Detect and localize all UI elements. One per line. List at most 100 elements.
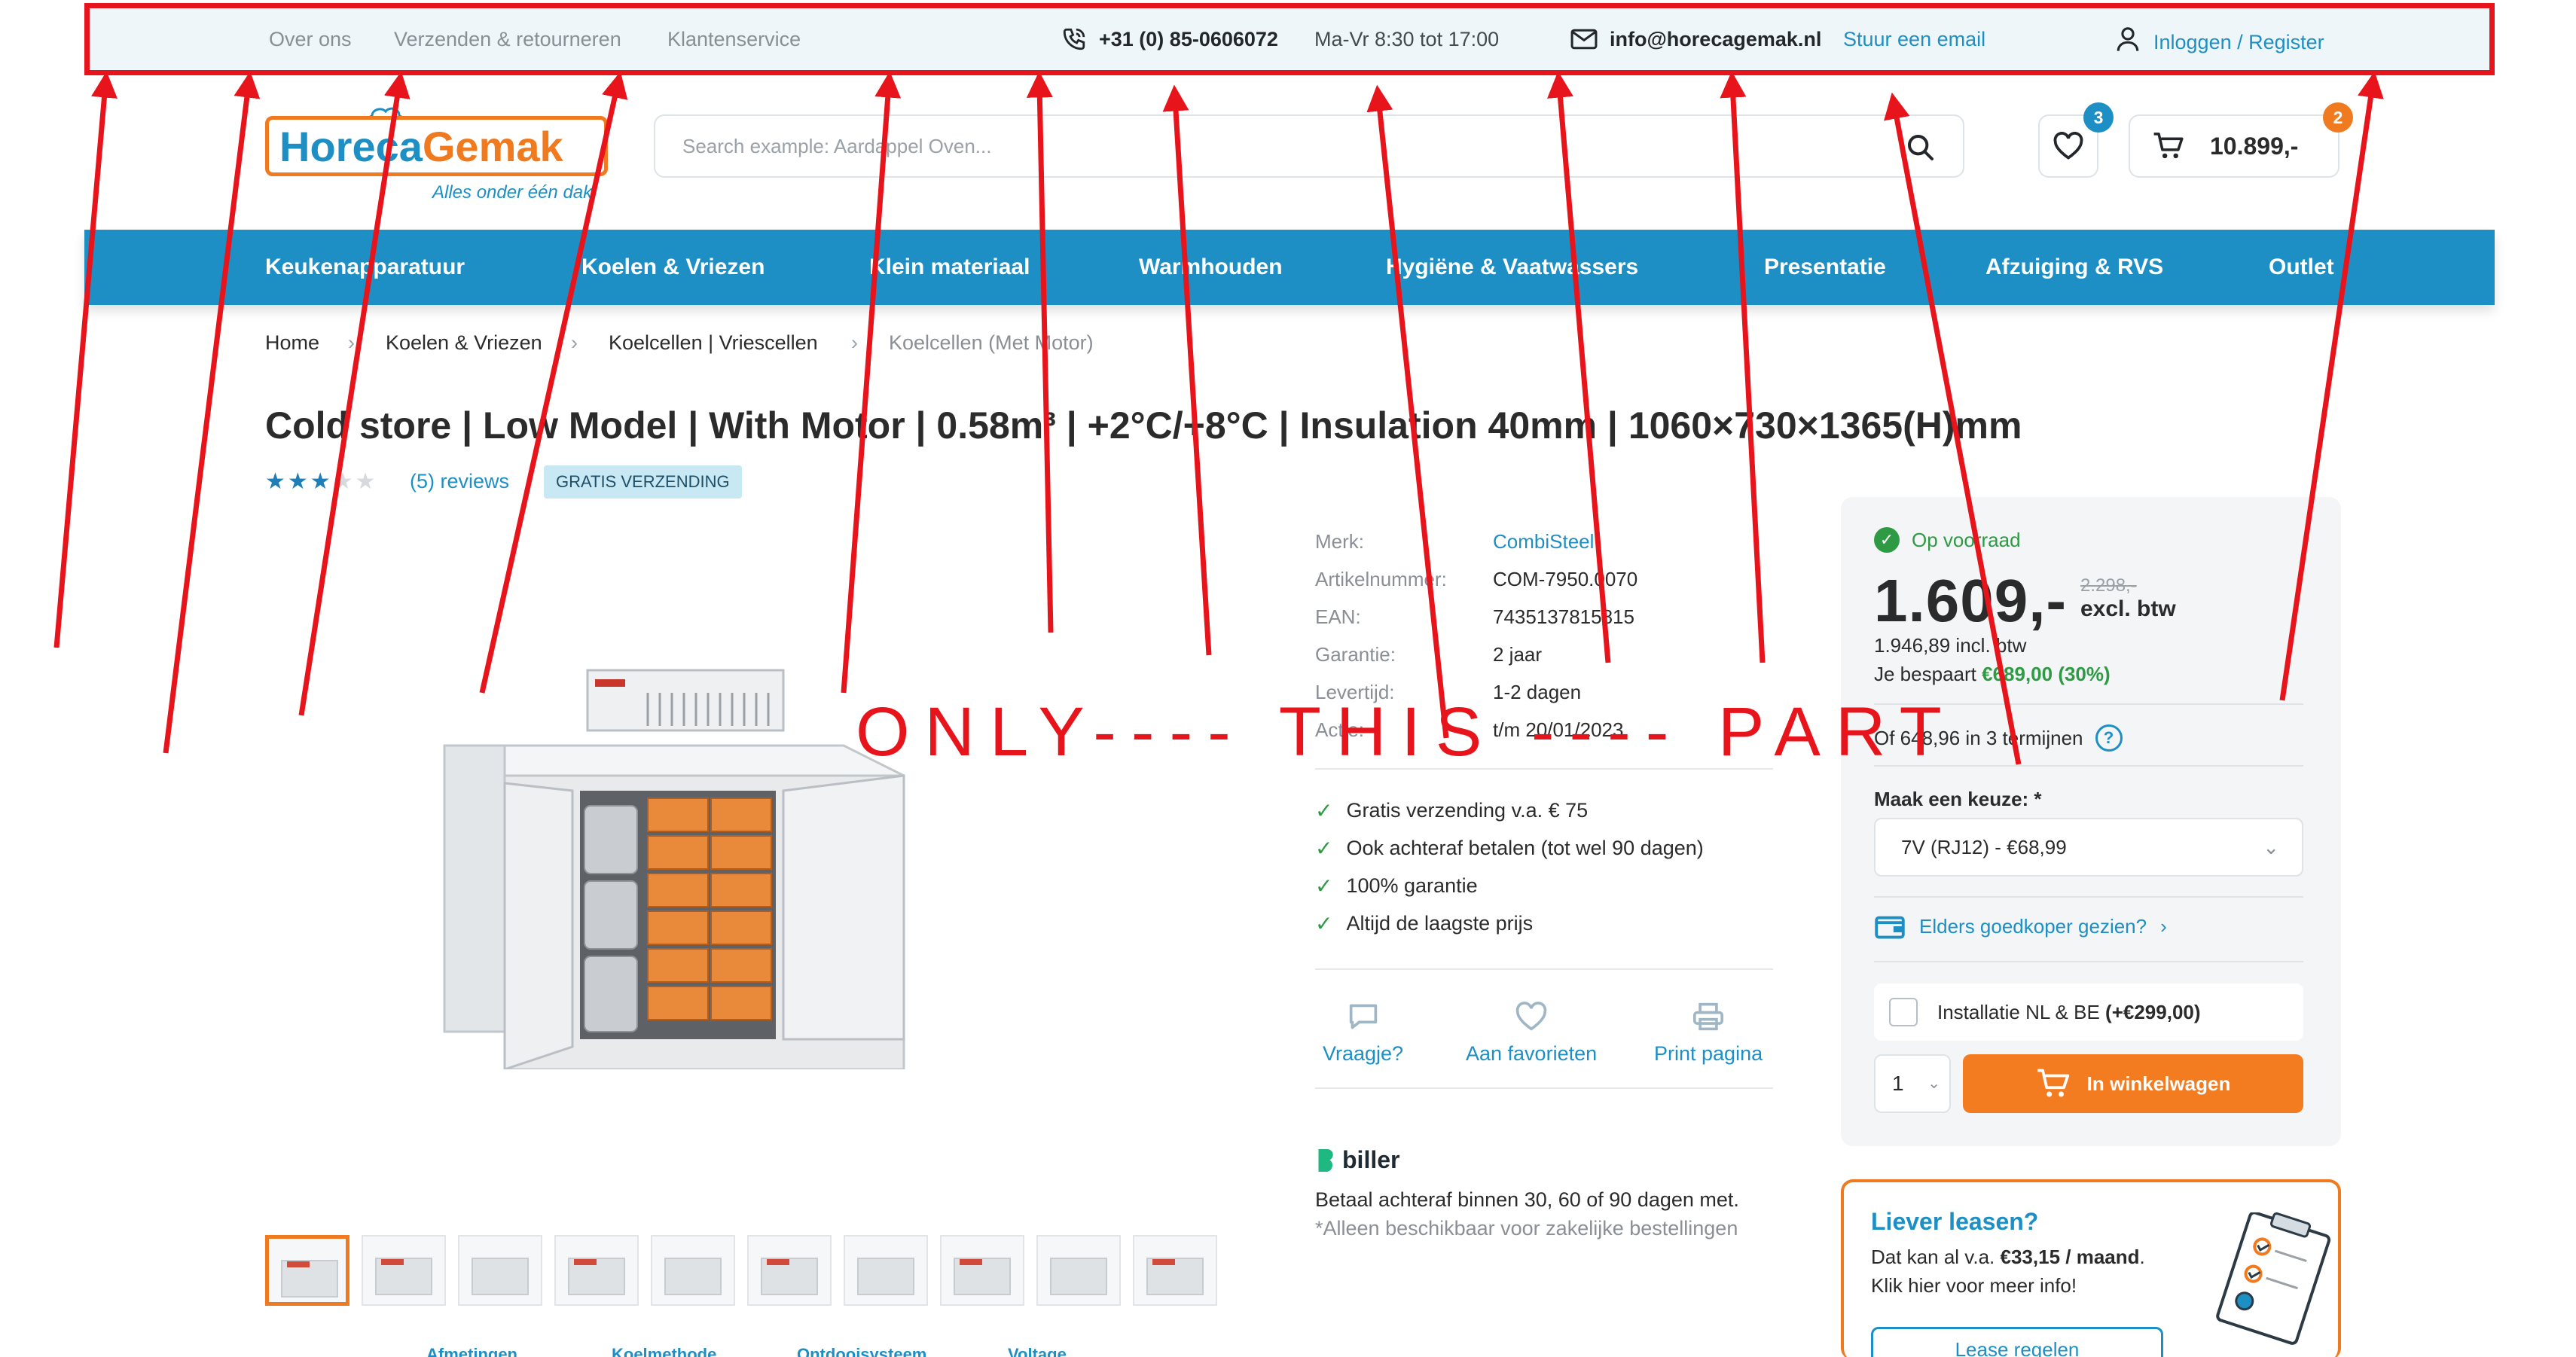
divider <box>1315 968 1773 970</box>
contract-document-icon <box>2216 1212 2331 1345</box>
quantity-select[interactable]: 1 ⌄ <box>1874 1054 1951 1113</box>
thumbnail-label[interactable]: Ontdooisysteem <box>797 1345 926 1357</box>
biller-mark-icon <box>1318 1148 1333 1172</box>
lease-price-prefix: Dat kan al v.a. <box>1871 1246 1995 1268</box>
usp-text: 100% garantie <box>1346 874 1478 897</box>
phone-number[interactable]: +31 (0) 85-0606072 <box>1099 8 1278 70</box>
link-over-ons[interactable]: Over ons <box>269 8 352 70</box>
print-page-button[interactable]: Print pagina <box>1654 1002 1763 1066</box>
thumbnail[interactable] <box>265 1235 349 1306</box>
usp-text: Gratis verzending v.a. € 75 <box>1346 799 1589 822</box>
nav-warmhouden[interactable]: Warmhouden <box>1139 230 1283 305</box>
nav-afzuiging-rvs[interactable]: Afzuiging & RVS <box>1985 230 2163 305</box>
chevron-right-icon: › <box>2160 914 2167 938</box>
divider <box>1315 1087 1773 1089</box>
user-icon <box>2116 8 2140 70</box>
opening-hours: Ma-Vr 8:30 tot 17:00 <box>1314 27 1500 50</box>
link-klantenservice[interactable]: Klantenservice <box>667 8 801 70</box>
thumbnail-label[interactable]: Koelmethode <box>612 1345 716 1357</box>
thumbnail[interactable] <box>1036 1235 1121 1306</box>
thumbnail-label[interactable]: Afmetingen <box>426 1345 517 1357</box>
option-select[interactable]: 7V (RJ12) - €68,99 ⌄ <box>1874 818 2303 877</box>
site-logo[interactable]: Horeca Gemak Alles onder één dak <box>265 104 612 209</box>
thumbnail[interactable] <box>554 1235 639 1306</box>
top-utility-bar: Over ons Verzenden & retourneren Klanten… <box>84 3 2495 75</box>
thumbnail[interactable] <box>940 1235 1024 1306</box>
cart-icon <box>2153 133 2184 159</box>
old-price: 2.298,- <box>2080 575 2137 596</box>
check-icon: ✓ <box>1315 799 1333 822</box>
breadcrumb-separator: › <box>571 331 578 354</box>
nav-presentatie[interactable]: Presentatie <box>1764 230 1886 305</box>
nav-koelen-vriezen[interactable]: Koelen & Vriezen <box>581 230 765 305</box>
check-icon: ✓ <box>1315 837 1333 860</box>
thumbnail[interactable] <box>844 1235 928 1306</box>
nav-outlet[interactable]: Outlet <box>2269 230 2334 305</box>
product-title: Cold store | Low Model | With Motor | 0.… <box>265 404 2022 447</box>
thumbnail[interactable] <box>362 1235 446 1306</box>
rating-stars: ★★★★★ <box>265 468 377 495</box>
option-label: Maak een keuze: * <box>1874 788 2042 810</box>
logo-wordmark: Horeca Gemak <box>265 116 608 176</box>
add-to-cart-button[interactable]: In winkelwagen <box>1963 1054 2303 1113</box>
price-incl-btw: 1.946,89 incl. btw <box>1874 634 2027 657</box>
thumbnail[interactable] <box>1133 1235 1217 1306</box>
thumbnail-label[interactable]: Voltage <box>1008 1345 1067 1357</box>
search-icon[interactable] <box>1906 133 1936 166</box>
logo-tagline: Alles onder één dak <box>432 182 593 203</box>
usp-text: Ook achteraf betalen (tot wel 90 dagen) <box>1346 837 1704 859</box>
lease-title: Liever leasen? <box>1871 1208 2039 1235</box>
lease-price-value: €33,15 / maand <box>2000 1246 2140 1268</box>
spec-value-merk[interactable]: CombiSteel <box>1493 530 1594 553</box>
add-to-cart-label: In winkelwagen <box>2086 1072 2231 1095</box>
nav-keukenapparatuur[interactable]: Keukenapparatuur <box>265 230 465 305</box>
email-address[interactable]: info@horecagemak.nl <box>1610 8 1821 70</box>
add-to-favorites-label: Aan favorieten <box>1466 1042 1598 1065</box>
breadcrumb-koelcellen-vriescellen[interactable]: Koelcellen | Vriescellen <box>609 331 818 355</box>
add-to-favorites-button[interactable]: Aan favorieten <box>1466 1002 1597 1066</box>
free-shipping-badge: GRATIS VERZENDING <box>544 465 742 499</box>
installation-checkbox[interactable] <box>1889 998 1918 1026</box>
chat-bubble-icon <box>1349 1004 1377 1029</box>
printer-icon <box>1693 1002 1724 1031</box>
cart-total[interactable]: 10.899,- <box>2210 114 2298 178</box>
quantity-value: 1 <box>1892 1072 1904 1095</box>
stock-status-text: Op voorraad <box>1912 528 2021 551</box>
nav-klein-materiaal[interactable]: Klein materiaal <box>869 230 1030 305</box>
lease-button[interactable]: Lease regelen <box>1871 1327 2163 1357</box>
print-page-label: Print pagina <box>1654 1042 1763 1065</box>
check-circle-icon: ✓ <box>1874 527 1900 553</box>
usp-item: ✓ Ook achteraf betalen (tot wel 90 dagen) <box>1315 836 1704 861</box>
wishlist-button[interactable]: 3 <box>2038 102 2114 178</box>
login-register-link[interactable]: Inloggen / Register <box>2153 11 2324 73</box>
usp-item: ✓ Gratis verzending v.a. € 75 <box>1315 798 1588 823</box>
link-stuur-een-email[interactable]: Stuur een email <box>1843 8 1985 70</box>
thumbnail[interactable] <box>651 1235 735 1306</box>
spec-value-ean: 7435137815815 <box>1493 605 1634 628</box>
link-verzenden-retourneren[interactable]: Verzenden & retourneren <box>394 8 621 70</box>
thumbnail[interactable] <box>458 1235 542 1306</box>
chevron-down-icon: ⌄ <box>2263 836 2279 858</box>
cheaper-elsewhere-link[interactable]: Elders goedkoper gezien? › <box>1874 913 2167 940</box>
reviews-link[interactable]: (5) reviews <box>410 470 509 493</box>
logo-text-gemak: Gemak <box>422 122 563 170</box>
installation-label: Installatie NL & BE <box>1937 1000 2100 1023</box>
usp-text: Altijd de laagste prijs <box>1346 912 1534 935</box>
heart-icon <box>1515 1002 1547 1031</box>
installation-option[interactable]: Installatie NL & BE (+€299,00) <box>1874 983 2303 1041</box>
biller-logo: biller <box>1315 1146 1399 1174</box>
nav-hygiene-vaatwassers[interactable]: Hygiëne & Vaatwassers <box>1386 230 1638 305</box>
spec-key-merk: Merk: <box>1315 530 1364 553</box>
thumbnail[interactable] <box>747 1235 832 1306</box>
help-icon[interactable]: ? <box>2095 724 2123 752</box>
usp-item: ✓ 100% garantie <box>1315 874 1478 898</box>
wallet-icon <box>1875 916 1905 939</box>
spec-key-artikelnummer: Artikelnummer: <box>1315 568 1447 590</box>
cart-icon <box>2037 1069 2069 1097</box>
ask-question-button[interactable]: Vraagje? <box>1323 1002 1403 1066</box>
search-input[interactable] <box>682 134 1812 158</box>
ask-question-label: Vraagje? <box>1323 1042 1404 1065</box>
breadcrumb-home[interactable]: Home <box>265 331 319 355</box>
breadcrumb-koelen-vriezen[interactable]: Koelen & Vriezen <box>386 331 542 355</box>
lease-info-line: Klik hier voor meer info! <box>1871 1274 2077 1297</box>
